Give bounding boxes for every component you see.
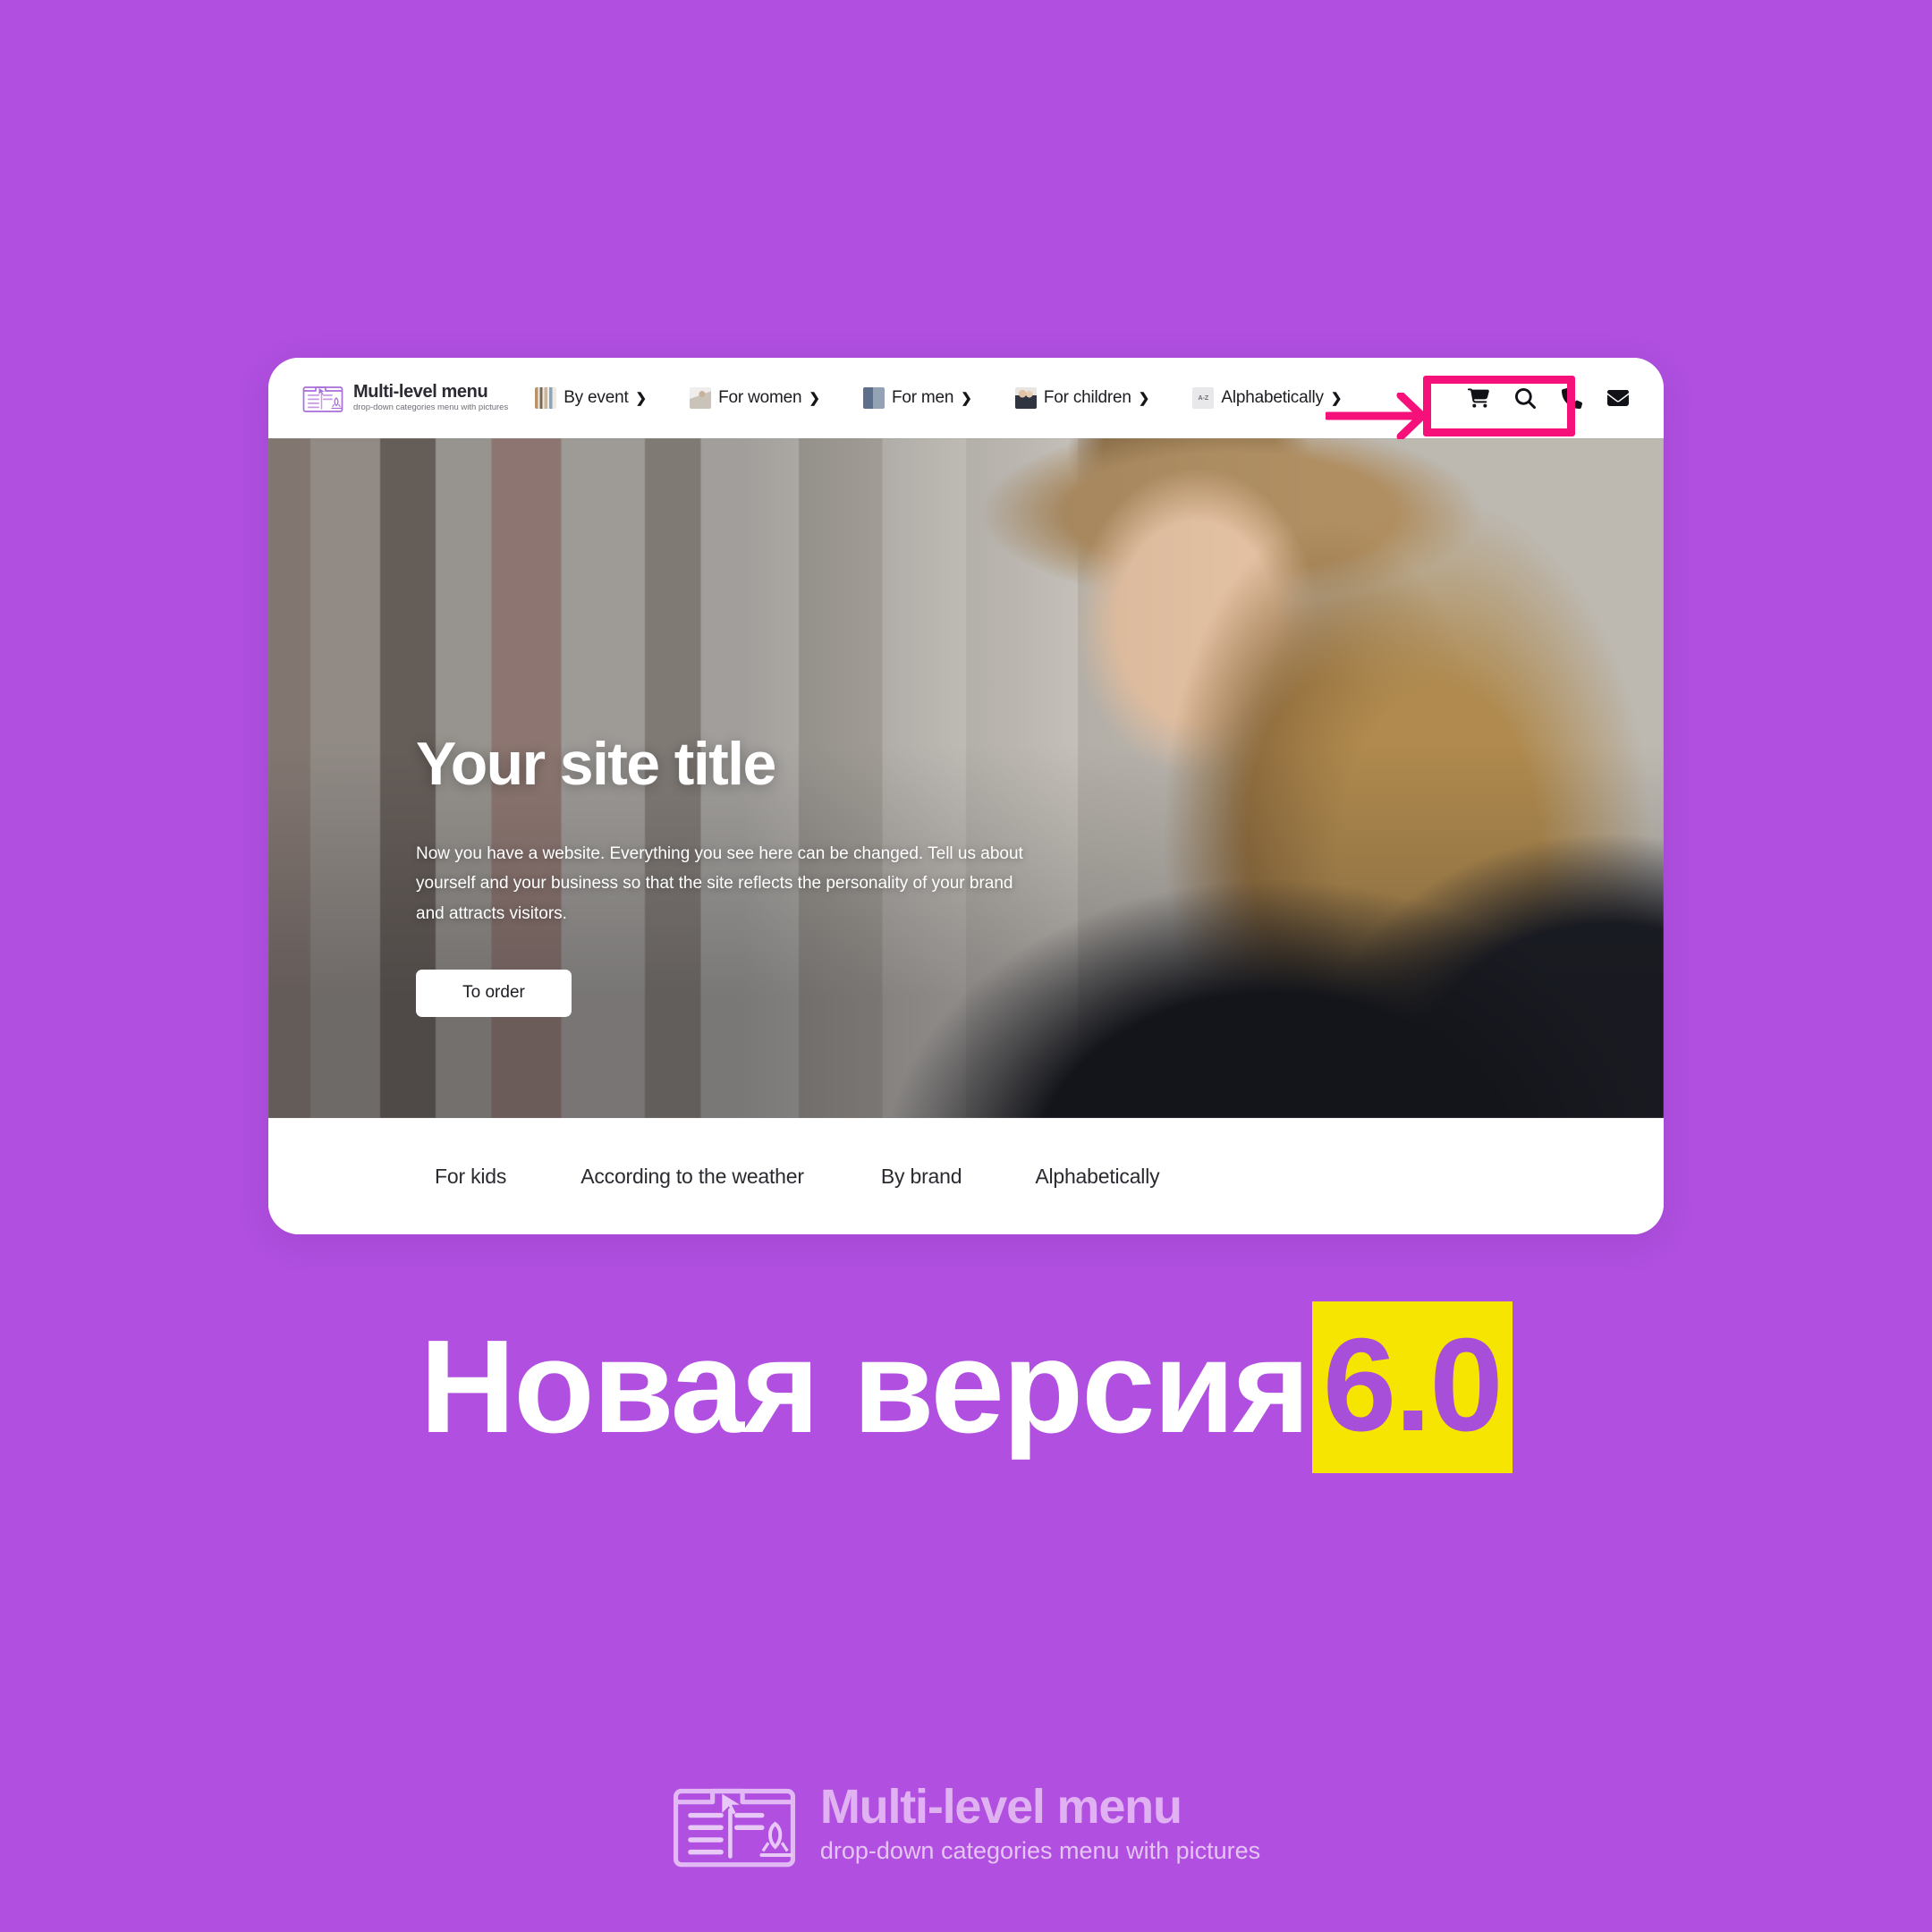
- search-icon[interactable]: [1513, 386, 1537, 410]
- action-icon-group: [1467, 386, 1630, 410]
- footer-brand: Multi-level menu drop-down categories me…: [0, 1775, 1932, 1872]
- bottom-category-menu: For kids According to the weather By bra…: [268, 1118, 1664, 1234]
- nav-item-label: For children: [1043, 388, 1131, 407]
- chevron-right-icon: ❯: [961, 390, 972, 406]
- footer-texts: Multi-level menu drop-down categories me…: [820, 1782, 1260, 1865]
- men-thumbnail-icon: [862, 387, 885, 409]
- nav-item-for-children[interactable]: For children ❯: [1014, 387, 1150, 409]
- phone-icon[interactable]: [1560, 386, 1583, 410]
- event-thumbnail-icon: [535, 387, 557, 409]
- chevron-right-icon: ❯: [809, 390, 820, 406]
- footer-subtitle: drop-down categories menu with pictures: [819, 1837, 1261, 1865]
- bottom-menu-item-for-kids[interactable]: For kids: [435, 1165, 506, 1189]
- headline-text: Новая версия: [419, 1313, 1309, 1461]
- brand-title: Multi-level menu: [353, 382, 488, 402]
- nav-item-by-event[interactable]: By event ❯: [535, 387, 647, 409]
- chevron-right-icon: ❯: [1330, 390, 1343, 406]
- alphabet-thumbnail-icon: [1192, 387, 1215, 409]
- multi-level-menu-logo-icon: [672, 1775, 797, 1872]
- brand-subtitle: drop-down categories menu with pictures: [353, 402, 509, 413]
- nav-item-for-women[interactable]: For women ❯: [690, 387, 820, 409]
- footer-title: Multi-level menu: [819, 1780, 1182, 1835]
- hero-description: Now you have a website. Everything you s…: [416, 844, 1023, 923]
- nav-items: By event ❯ For women ❯ For men ❯ For chi…: [535, 387, 1385, 409]
- nav-item-label: By event: [564, 388, 629, 407]
- nav-item-for-men[interactable]: For men ❯: [862, 387, 972, 409]
- nav-item-label: For women: [718, 388, 802, 407]
- brand-text: Multi-level menu drop-down categories me…: [353, 383, 508, 412]
- nav-item-label: For men: [891, 388, 954, 407]
- version-badge: 6.0: [1311, 1301, 1513, 1473]
- multi-level-menu-logo-icon: [302, 383, 343, 413]
- nav-item-alphabetically[interactable]: Alphabetically ❯: [1192, 387, 1342, 409]
- hero-section: Your site title Now you have a website. …: [268, 438, 1664, 1118]
- chevron-right-icon: ❯: [635, 390, 648, 406]
- envelope-icon[interactable]: [1606, 386, 1630, 410]
- bottom-menu-item-alphabetically[interactable]: Alphabetically: [1035, 1165, 1159, 1189]
- brand-logo[interactable]: Multi-level menu drop-down categories me…: [302, 383, 508, 413]
- browser-window-card: Multi-level menu drop-down categories me…: [268, 358, 1664, 1234]
- nav-item-label: Alphabetically: [1221, 388, 1324, 407]
- cart-icon[interactable]: [1467, 386, 1490, 410]
- children-thumbnail-icon: [1014, 387, 1037, 409]
- top-navigation-bar: Multi-level menu drop-down categories me…: [268, 358, 1664, 438]
- bottom-menu-item-by-brand[interactable]: By brand: [881, 1165, 962, 1189]
- headline: Новая версия 6.0: [0, 1301, 1932, 1473]
- hero-title: Your site title: [416, 730, 776, 798]
- bottom-menu-item-according-to-the-weather[interactable]: According to the weather: [580, 1165, 804, 1189]
- hero-content: Your site title Now you have a website. …: [416, 733, 1060, 1017]
- women-thumbnail-icon: [690, 387, 712, 409]
- to-order-button[interactable]: To order: [416, 969, 572, 1017]
- chevron-right-icon: ❯: [1138, 390, 1150, 406]
